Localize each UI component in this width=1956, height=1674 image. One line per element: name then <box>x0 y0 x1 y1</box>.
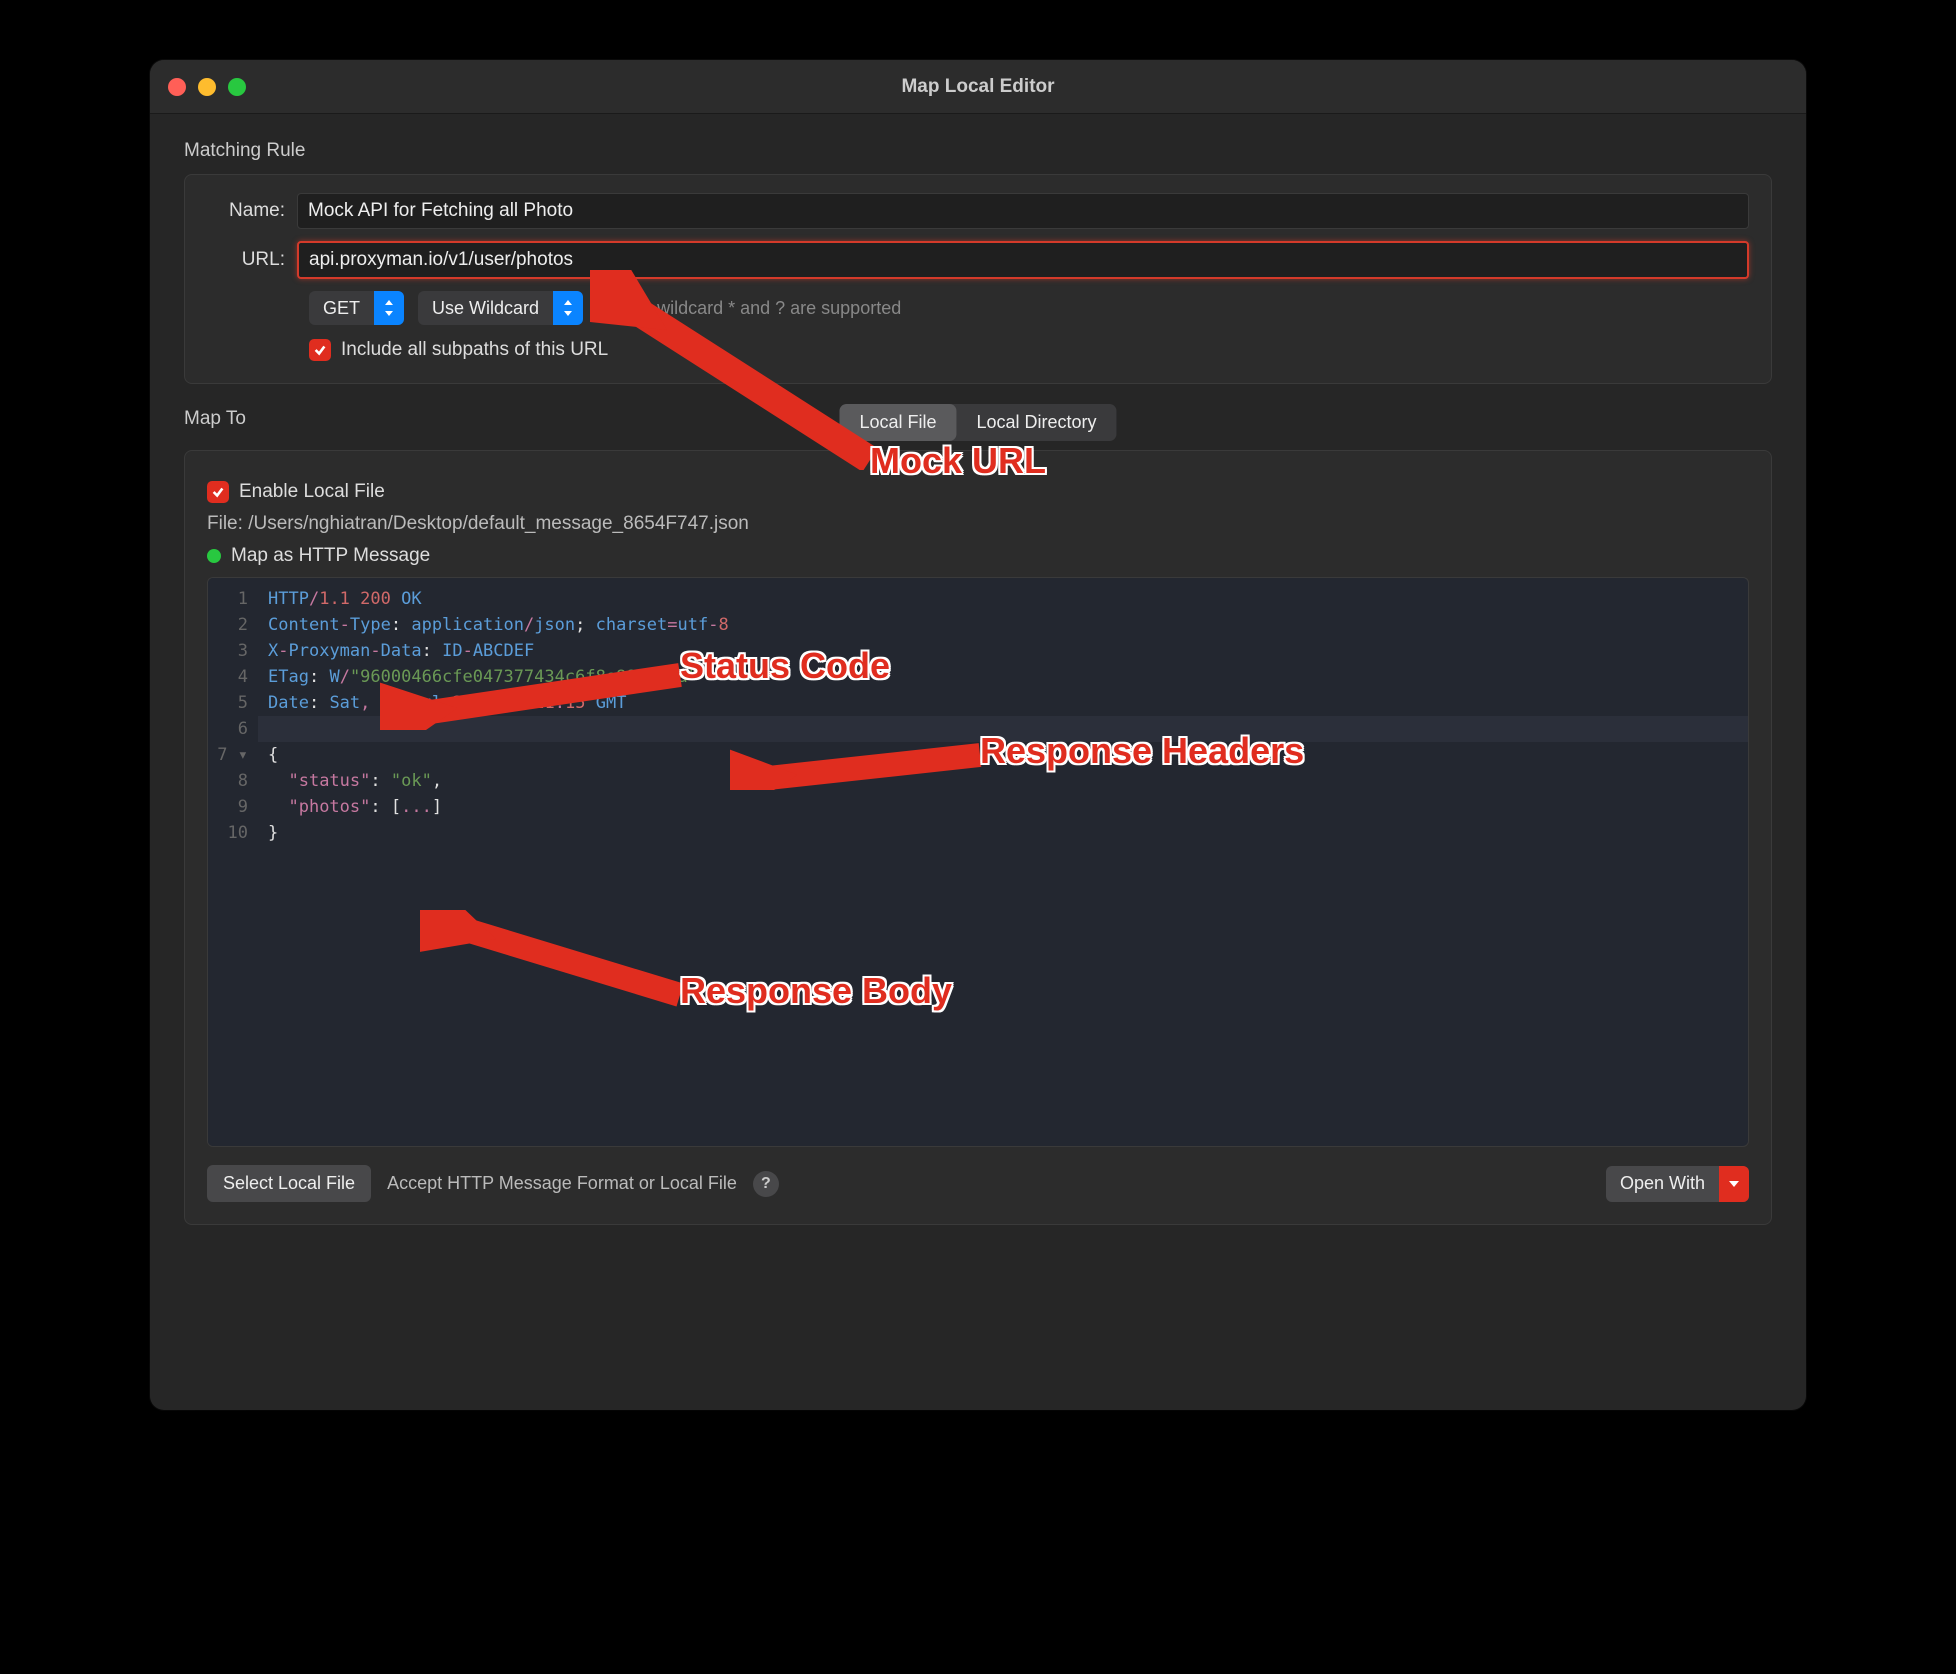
matching-rule-section-label: Matching Rule <box>184 140 1772 162</box>
url-input[interactable] <box>297 241 1749 279</box>
titlebar: Map Local Editor <box>150 60 1806 114</box>
open-with-label: Open With <box>1606 1173 1719 1194</box>
map-as-http-label: Map as HTTP Message <box>231 545 430 567</box>
matching-rule-panel: Name: URL: GET Use Wildcard <box>184 174 1772 384</box>
url-label: URL: <box>207 249 297 271</box>
name-input[interactable] <box>297 193 1749 229</box>
help-icon[interactable]: ? <box>753 1171 779 1197</box>
file-label: File: <box>207 513 243 534</box>
chevron-updown-icon <box>553 291 583 325</box>
http-message-editor[interactable]: 1234567 ▾8910 HTTP/1.1 200 OKContent-Typ… <box>207 577 1749 1147</box>
include-subpaths-label: Include all subpaths of this URL <box>341 339 608 361</box>
method-dropdown[interactable]: GET <box>309 291 404 325</box>
map-to-tabs: Local File Local Directory <box>839 404 1116 441</box>
select-local-file-button[interactable]: Select Local File <box>207 1165 371 1202</box>
line-number-gutter: 1234567 ▾8910 <box>208 578 258 1146</box>
tab-local-directory[interactable]: Local Directory <box>957 404 1117 441</box>
method-value: GET <box>309 298 374 319</box>
file-path-row: File: /Users/nghiatran/Desktop/default_m… <box>207 513 1749 535</box>
wildcard-hint: Simple wildcard * and ? are supported <box>597 298 901 319</box>
wildcard-dropdown[interactable]: Use Wildcard <box>418 291 583 325</box>
include-subpaths-checkbox[interactable] <box>309 339 331 361</box>
window-title: Map Local Editor <box>150 76 1806 98</box>
open-with-button[interactable]: Open With <box>1606 1166 1749 1202</box>
map-as-http-row: Map as HTTP Message <box>207 545 1749 567</box>
map-to-footer: Select Local File Accept HTTP Message Fo… <box>207 1165 1749 1202</box>
map-to-panel: Enable Local File File: /Users/nghiatran… <box>184 450 1772 1225</box>
chevron-updown-icon <box>374 291 404 325</box>
name-label: Name: <box>207 200 297 222</box>
file-path-value: /Users/nghiatran/Desktop/default_message… <box>248 513 749 534</box>
chevron-down-icon <box>1719 1166 1749 1202</box>
map-local-editor-window: Map Local Editor Matching Rule Name: URL… <box>150 60 1806 1410</box>
status-dot-icon <box>207 549 221 563</box>
accept-format-label: Accept HTTP Message Format or Local File <box>387 1173 737 1194</box>
enable-local-file-label: Enable Local File <box>239 481 385 503</box>
enable-local-file-checkbox[interactable] <box>207 481 229 503</box>
wildcard-value: Use Wildcard <box>418 298 553 319</box>
code-body[interactable]: HTTP/1.1 200 OKContent-Type: application… <box>258 578 1748 1146</box>
tab-local-file[interactable]: Local File <box>839 404 956 441</box>
content-area: Matching Rule Name: URL: GET Use Wildcar… <box>150 114 1806 1251</box>
map-to-section: Map To Local File Local Directory Enable… <box>184 408 1772 1225</box>
